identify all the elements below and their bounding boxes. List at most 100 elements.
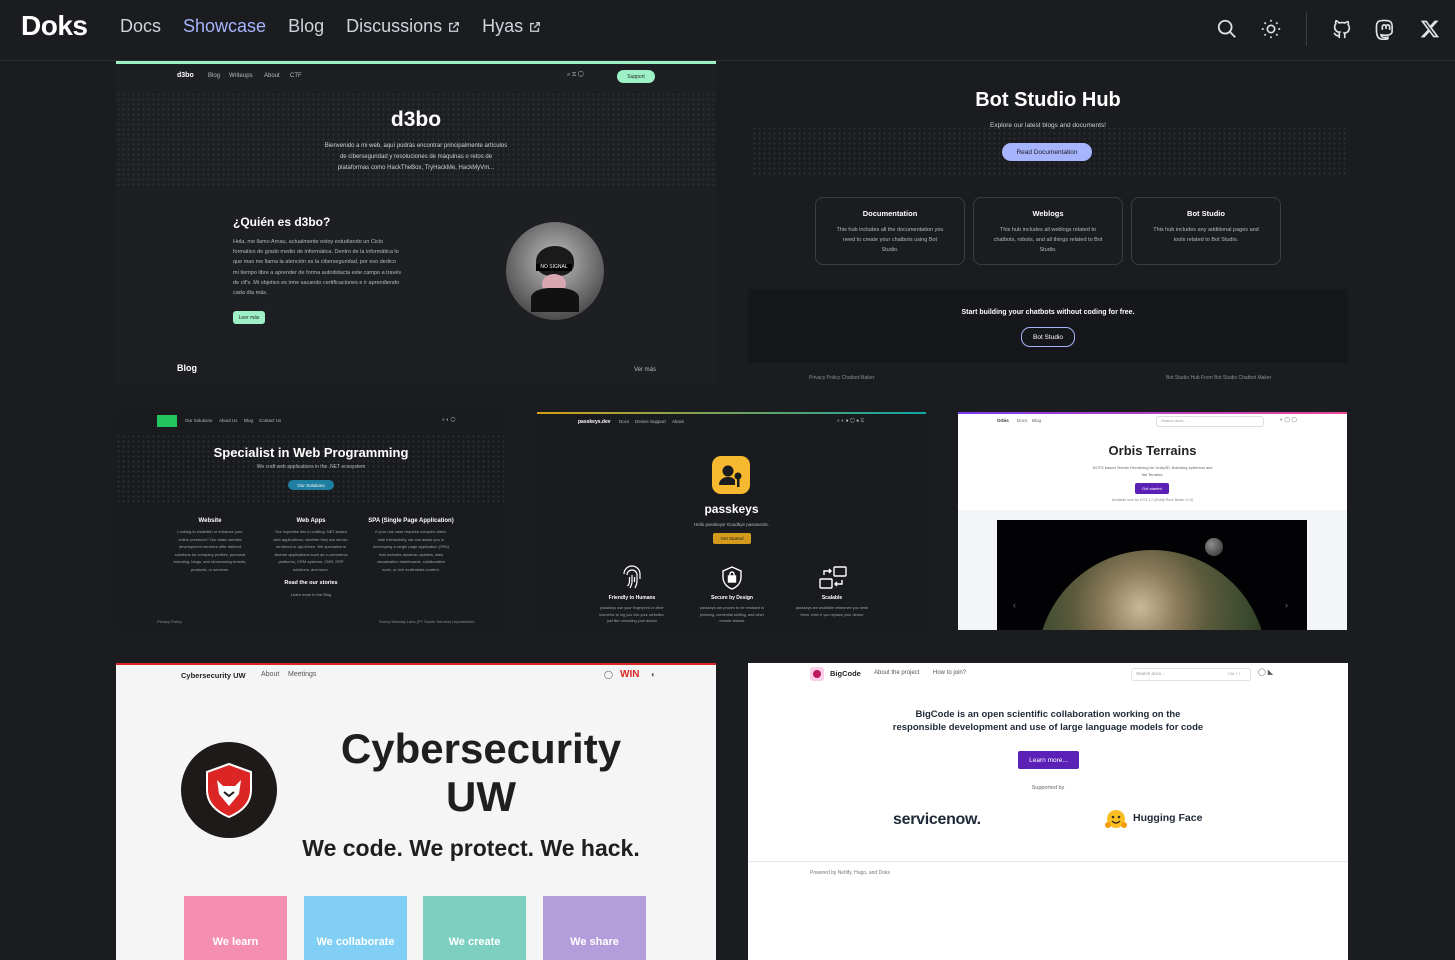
site-nav-link: About the project [874,670,920,676]
footer-links: Privacy Policy Chatbot Maker [809,375,875,381]
hero-title-line1: Cybersecurity [340,725,622,772]
hero-title: d3bo [390,108,442,131]
passkey-logo-icon [712,456,750,494]
site-nav-link: Meetings [288,671,317,678]
site-nav-link: Device Support [635,419,666,424]
accent-bar [958,412,1347,414]
top-navbar: Doks Docs Showcase Blog Discussions Hyas [0,0,1455,61]
tile-label: We share [570,936,619,948]
site-nav-link: Docs [1017,418,1028,423]
hero-subtitle: Hello passkeys! Goodbye passwords. [693,522,770,527]
nav-hyas-label: Hyas [482,16,524,36]
our-solutions-button: Our Solutions [288,480,334,490]
search-button[interactable] [1212,14,1242,44]
privacy-link: Privacy Policy [157,619,182,624]
read-documentation-button: Read Documentation [1002,143,1092,161]
feature-title: Friendly to Humans [608,595,656,601]
hero-subtitle: We craft web applications in the .NET ec… [256,464,366,470]
header-divider [1306,12,1307,46]
avatar: NO SIGNAL [506,222,604,320]
accent-bar [116,61,716,64]
tile-label: We collaborate [316,936,395,948]
showcase-card-passkeys[interactable]: passkeys.dev Docs Device Support About ⌕… [537,412,926,630]
stories-heading: Read the our stories [284,580,338,586]
footer-credit: Bot Studio Hub From Bot Studio Chatbot M… [1166,375,1272,381]
nav-showcase[interactable]: Showcase [183,16,266,37]
feature-card-title: Weblogs [1032,209,1064,218]
site-nav-link: Our Solutions [185,418,213,423]
bigcode-logo [810,667,824,681]
feature-card: Bot Studio This hub includes any additio… [1131,197,1281,265]
x-link[interactable] [1415,14,1445,44]
showcase-card-web-programming[interactable]: Our Solutions About Us Blog Contact Us ⌕… [116,412,506,630]
search-placeholder: Search docs... [1136,671,1165,676]
showcase-card-orbis[interactable]: Orbis Docs Blog Search docs... ◐ ◯ ◯ Orb… [958,412,1347,630]
mini-toolbar-icons: ⌕ ◐ ● ◯ ● 𝕏 [837,418,865,424]
site-logo [157,415,177,427]
nav-docs[interactable]: Docs [120,16,161,37]
nav-discussions[interactable]: Discussions [346,16,460,37]
tagline: We code. We protect. We hack. [302,835,640,861]
nav-showcase-label: Showcase [183,16,267,36]
column-text: Looking to establish or enhance your onli… [173,529,247,572]
site-nav-link: About [264,73,280,79]
site-nav-link: About [672,419,684,424]
mastodon-link[interactable] [1371,14,1401,44]
copyright: Sunny Monday Labs (PT Sumin Service) Unp… [379,619,475,624]
feature-title: Secure by Design [711,595,753,601]
get-started-button: Get Started [713,533,751,544]
planet-sphere [1037,550,1267,630]
moon [1205,538,1223,556]
feature-text: passkeys use your fingerprint or other bi… [599,606,665,623]
site-nav-link: Blog [1032,418,1042,423]
brand-logo[interactable]: Doks [21,10,88,42]
blog-heading: Blog [177,363,197,373]
read-more-button: Leer más [233,311,265,324]
feature-card: Documentation This hub includes all the … [815,197,965,265]
site-brand: BigCode [830,669,861,678]
headline-line2: responsible development and use of large… [892,722,1204,733]
site-brand: Cybersecurity UW [181,671,246,680]
feature-card-title: Bot Studio [1187,209,1225,218]
nav-blog[interactable]: Blog [288,16,324,37]
hero-subtitle: Explore our latest blogs and documents! [990,122,1106,129]
site-brand: Orbis [997,418,1009,423]
shield-lock-icon [722,566,742,590]
support-button: Support [617,70,655,83]
social-icons: ◯ ◣ [1258,669,1274,676]
footer-divider [748,861,1348,862]
hero-title-line2: UW [446,773,516,820]
feature-text: passkeys are available whenever you need… [795,606,869,617]
tile-we-learn: We learn [184,896,287,960]
github-link[interactable] [1327,14,1357,44]
feature-card-text: This hub includes all weblogs related to… [993,227,1103,253]
devices-sync-icon [819,566,847,589]
site-nav-link: Blog [208,73,221,79]
site-brand: d3bo [177,72,194,79]
site-nav-link: How to join? [933,670,967,676]
nav-hyas[interactable]: Hyas [482,16,541,37]
site-nav-link: About Us [219,418,238,423]
showcase-card-d3bo[interactable]: d3bo Blog Writeups About CTF ⌕ 𝕏 ◯ Suppo… [116,44,716,384]
about-text: Hola, me llamo Arnau, actualmente estoy … [233,239,402,297]
hugging-face-icon [1104,808,1128,830]
hero-subtitle: DOTS based Terrain Rendering for Unity3D… [1092,465,1213,477]
search-input: Search docs... [1156,416,1264,427]
feature-card-text: This hub includes all the documentation … [836,227,944,253]
column-title: Website [198,518,222,524]
showcase-card-bot-studio[interactable]: Bot Studio Hub Explore our latest blogs … [748,44,1348,382]
x-icon [1420,20,1440,38]
search-input: Search docs... Ctrl + / [1131,668,1251,681]
theme-toggle-button[interactable] [1256,14,1286,44]
column-title: Web Apps [296,518,326,524]
planet-image: ‹ › [997,520,1307,630]
github-icon [1333,20,1351,39]
showcase-card-cybersecurity-uw[interactable]: Cybersecurity UW About Meetings ◯ WIN ◐ … [116,663,716,960]
hero-title: Specialist in Web Programming [213,445,409,460]
showcase-card-bigcode[interactable]: BigCode About the project How to join? S… [748,663,1348,960]
column-title: SPA (Single Page Application) [368,518,454,524]
site-nav-link: About [261,671,280,678]
main-nav: Docs Showcase Blog Discussions Hyas [120,16,541,37]
fingerprint-icon [623,565,641,589]
accent-bar [537,412,926,414]
